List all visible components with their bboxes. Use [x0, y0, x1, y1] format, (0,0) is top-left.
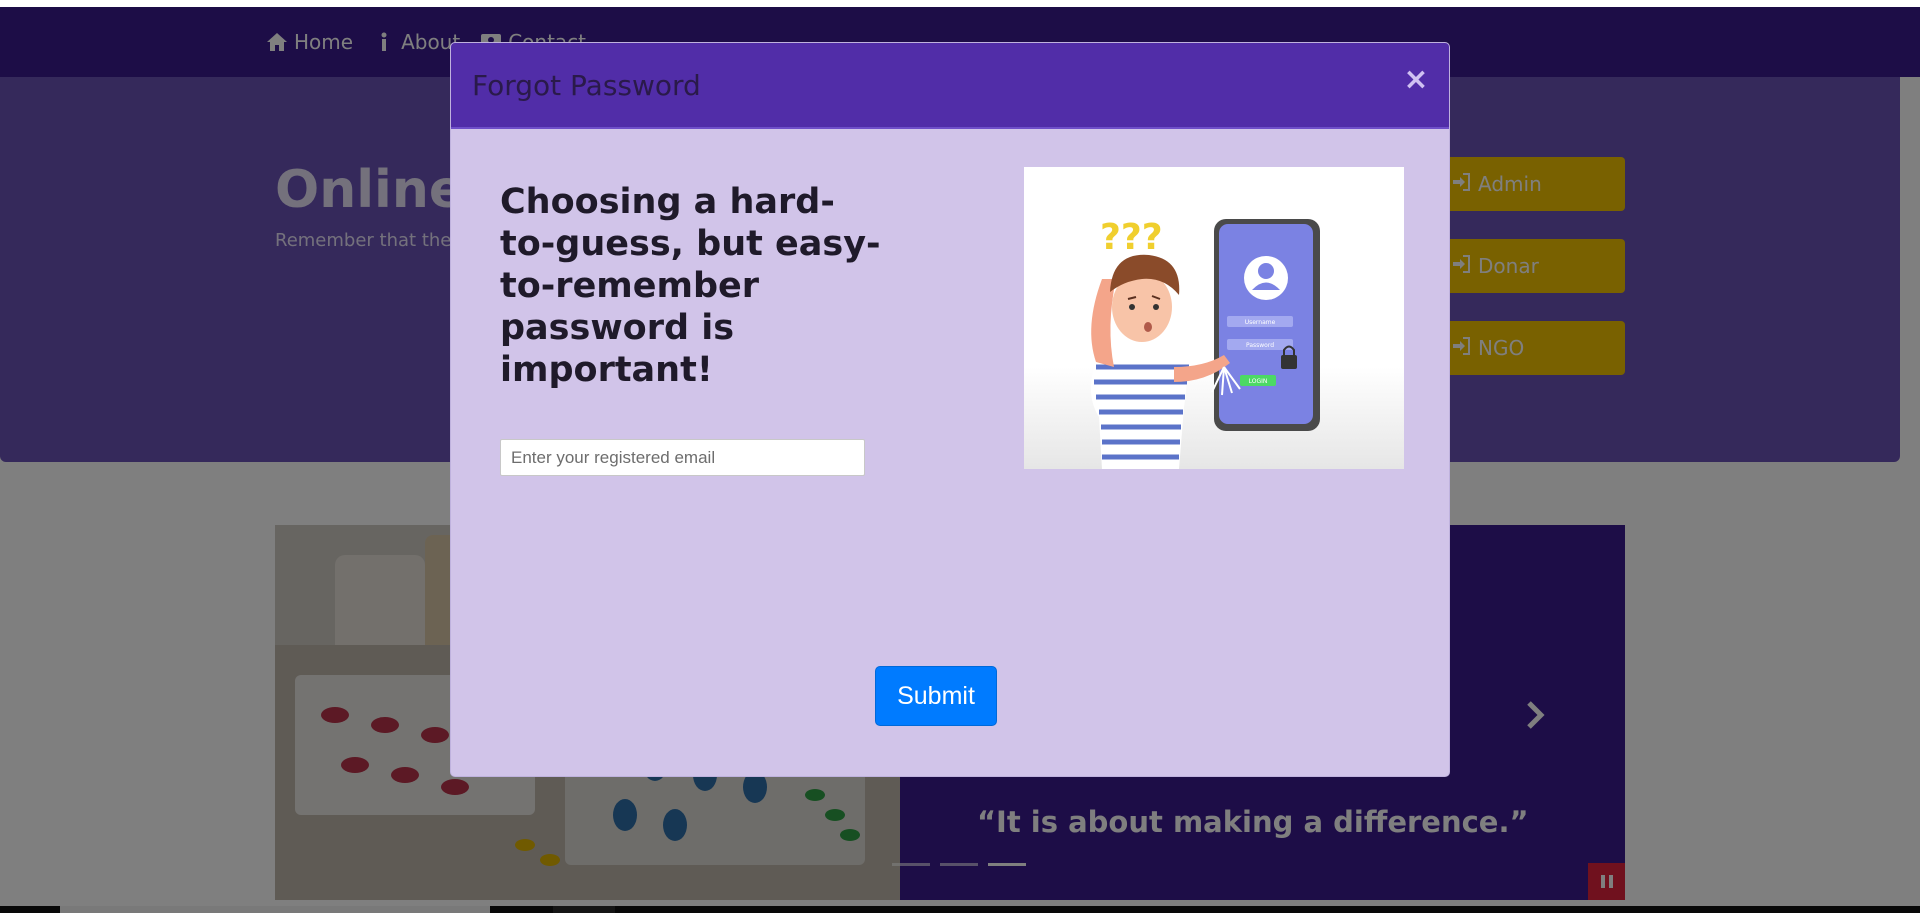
forgot-password-illustration: Username Password LOGIN ??? — [1024, 167, 1404, 469]
illustration-password-label: Password — [1246, 342, 1274, 349]
illustration-login-label: LOGIN — [1249, 378, 1268, 385]
password-advice-heading: Choosing a hard-to-guess, but easy-to-re… — [500, 182, 881, 390]
illustration-question-marks: ??? — [1100, 217, 1163, 258]
modal-title: Forgot Password — [472, 69, 701, 102]
illustration-username-label: Username — [1245, 319, 1276, 326]
forgot-password-modal: Forgot Password × Choosing a hard-to-gue… — [450, 42, 1450, 777]
modal-header: Forgot Password × — [451, 43, 1449, 129]
submit-button[interactable]: Submit — [875, 666, 997, 726]
registered-email-input[interactable] — [500, 439, 865, 476]
close-button[interactable]: × — [1403, 65, 1429, 95]
